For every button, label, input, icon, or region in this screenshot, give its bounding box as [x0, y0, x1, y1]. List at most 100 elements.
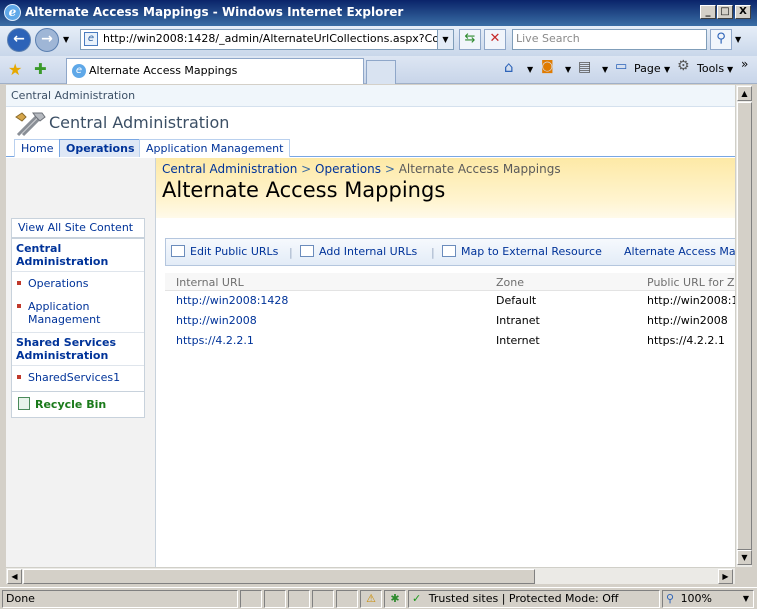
refresh-icon[interactable]: ⇆ [459, 29, 481, 50]
nav-item-operations[interactable]: Operations [12, 275, 144, 292]
site-brand-title: Central Administration [49, 113, 230, 132]
feeds-icon[interactable]: ◙ [541, 59, 554, 74]
alternate-access-mapping-collection-menu[interactable]: Alternate Access Mappi [624, 245, 735, 258]
feeds-dropdown-icon[interactable]: ▼ [565, 65, 571, 74]
bullet-icon [17, 281, 21, 285]
recycle-bin-box: Recycle Bin [11, 391, 145, 418]
address-url: http://win2008:1428/_admin/AlternateUrlC… [103, 32, 454, 45]
add-internal-urls-button[interactable]: Add Internal URLs [300, 245, 417, 258]
breadcrumb-operations[interactable]: Operations [315, 162, 381, 176]
chevron-overflow-icon[interactable]: » [741, 57, 748, 71]
search-icon[interactable]: ⚲ [710, 29, 732, 50]
table-row: http://win2008 Intranet http://win2008 [165, 311, 735, 331]
map-to-external-resource-button[interactable]: Map to External Resource [442, 245, 602, 258]
protected-mode-warning-icon[interactable]: ⚠ [360, 590, 382, 608]
public-url-value: http://win2008:14 [647, 294, 735, 307]
public-url-value: https://4.2.2.1 [647, 334, 725, 347]
new-tab-button[interactable] [366, 60, 396, 84]
ie-logo-icon: e [4, 4, 21, 21]
search-options-icon[interactable]: ▼ [735, 35, 741, 44]
breadcrumb-current: Alternate Access Mappings [398, 162, 561, 176]
add-favorites-icon[interactable]: ✚ [34, 60, 47, 78]
bullet-icon [17, 304, 21, 308]
gear-icon[interactable]: ⚙ [677, 58, 690, 74]
left-navigation: View All Site Content Central Administra… [6, 158, 156, 567]
breadcrumb-separator: > [301, 162, 316, 176]
top-nav: Home Operations Application Management [6, 137, 735, 157]
nav-item-application-management[interactable]: Application Management [12, 298, 144, 328]
add-icon [300, 245, 314, 257]
tools-logo-icon [15, 112, 46, 137]
column-zone: Zone [496, 276, 525, 289]
address-field[interactable]: e http://win2008:1428/_admin/AlternateUr… [80, 29, 454, 50]
nav-heading-shared-services[interactable]: Shared Services Administration [12, 332, 144, 365]
security-zone-text: Trusted sites | Protected Mode: Off [428, 592, 619, 605]
web-page: Central Administration Central Administr… [6, 85, 735, 567]
status-cell [264, 590, 286, 608]
vertical-scrollbar[interactable]: ▲ ▼ [735, 85, 752, 567]
close-button[interactable]: X [735, 5, 751, 19]
internal-url-link[interactable]: https://4.2.2.1 [176, 334, 254, 347]
internal-url-link[interactable]: http://win2008 [176, 314, 257, 327]
address-dropdown-icon[interactable]: ▼ [437, 30, 453, 49]
tab-operations[interactable]: Operations [59, 139, 142, 157]
vertical-scroll-thumb[interactable] [737, 102, 752, 550]
internal-url-link[interactable]: http://win2008:1428 [176, 294, 288, 307]
status-cell [240, 590, 262, 608]
scroll-down-icon[interactable]: ▼ [737, 550, 752, 565]
nav-heading-central-admin[interactable]: Central Administration [12, 239, 144, 271]
tab-home[interactable]: Home [14, 139, 61, 157]
tools-dropdown-icon[interactable]: ▼ [727, 65, 733, 74]
page-icon: e [72, 64, 86, 78]
minimize-button[interactable]: _ [700, 5, 716, 19]
home-icon[interactable]: ⌂ [504, 58, 514, 76]
page-menu[interactable]: Page [634, 62, 661, 75]
tab-label: Alternate Access Mappings [89, 64, 238, 77]
edit-icon [171, 245, 185, 257]
nav-item-sharedservices1[interactable]: SharedServices1 [12, 369, 144, 386]
top-site-link[interactable]: Central Administration [6, 85, 735, 107]
scroll-right-icon[interactable]: ▶ [718, 569, 733, 584]
zoom-dropdown-icon[interactable]: ▼ [743, 591, 749, 607]
table-row: http://win2008:1428 Default http://win20… [165, 291, 735, 311]
page-dropdown-icon[interactable]: ▼ [664, 65, 670, 74]
recycle-bin-icon [18, 397, 30, 410]
tab-bar: ★ ✚ e Alternate Access Mappings ⌂ ▼ ◙ ▼ … [0, 56, 757, 84]
print-dropdown-icon[interactable]: ▼ [602, 65, 608, 74]
status-cell [312, 590, 334, 608]
search-input[interactable]: Live Search [512, 29, 707, 50]
print-icon[interactable]: ▤ [578, 59, 591, 75]
breadcrumb-separator: > [384, 162, 399, 176]
status-text: Done [2, 590, 238, 608]
scroll-up-icon[interactable]: ▲ [737, 86, 752, 101]
maximize-button[interactable]: □ [717, 5, 733, 19]
title-bar: e Alternate Access Mappings - Windows In… [0, 0, 757, 26]
stop-icon[interactable]: ✕ [484, 29, 506, 50]
address-toolbar: ← → ▼ e http://win2008:1428/_admin/Alter… [0, 26, 757, 56]
window-title: Alternate Access Mappings - Windows Inte… [25, 5, 404, 19]
checkmark-icon: ✓ [412, 592, 422, 605]
edit-public-urls-button[interactable]: Edit Public URLs [171, 245, 278, 258]
popup-blocker-icon[interactable]: ✱ [384, 590, 406, 608]
security-zone[interactable]: ✓ Trusted sites | Protected Mode: Off [408, 590, 660, 608]
breadcrumb-central-admin[interactable]: Central Administration [162, 162, 297, 176]
forward-arrow-icon[interactable]: → [35, 28, 59, 52]
zoom-level: 100% [680, 592, 713, 605]
page-menu-icon[interactable]: ▭ [615, 59, 627, 74]
view-all-site-content-link[interactable]: View All Site Content [12, 219, 144, 236]
tools-menu[interactable]: Tools [697, 62, 724, 75]
tab-application-management[interactable]: Application Management [139, 139, 291, 157]
home-dropdown-icon[interactable]: ▼ [527, 65, 533, 74]
status-cell [336, 590, 358, 608]
horizontal-scroll-thumb[interactable] [23, 569, 535, 584]
back-arrow-icon[interactable]: ← [7, 28, 31, 52]
tab-alternate-access-mappings[interactable]: e Alternate Access Mappings [66, 58, 364, 84]
favorites-star-icon[interactable]: ★ [8, 60, 22, 79]
horizontal-scrollbar[interactable]: ◀ ▶ [6, 567, 735, 584]
recycle-bin-link[interactable]: Recycle Bin [35, 398, 106, 411]
zoom-control[interactable]: ⚲ 100% ▼ [662, 590, 754, 608]
zoom-magnifier-icon: ⚲ [666, 592, 675, 605]
history-dropdown-icon[interactable]: ▼ [63, 35, 69, 44]
scroll-left-icon[interactable]: ◀ [7, 569, 22, 584]
page-icon: e [84, 32, 98, 46]
